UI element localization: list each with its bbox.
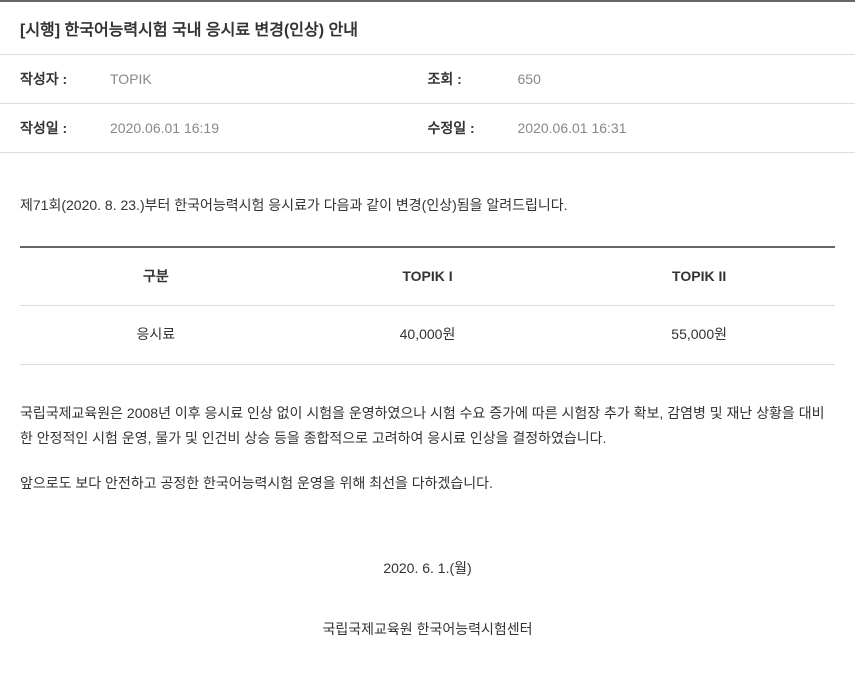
notice-body: 제71회(2020. 8. 23.)부터 한국어능력시험 응시료가 다음과 같이…	[0, 153, 855, 643]
table-row: 응시료 40,000원 55,000원	[20, 306, 835, 364]
col-header-category: 구분	[20, 247, 292, 306]
meta-row-2: 작성일 : 2020.06.01 16:19 수정일 : 2020.06.01 …	[0, 104, 855, 153]
intro-paragraph: 제71회(2020. 8. 23.)부터 한국어능력시험 응시료가 다음과 같이…	[20, 193, 835, 218]
modified-cell: 수정일 : 2020.06.01 16:31	[428, 118, 836, 138]
author-cell: 작성자 : TOPIK	[20, 69, 428, 89]
created-label: 작성일 :	[20, 118, 110, 138]
views-cell: 조회 : 650	[428, 69, 836, 89]
row-label: 응시료	[20, 306, 292, 364]
notice-signer: 국립국제교육원 한국어능력시험센터	[20, 617, 835, 642]
notice-container: [시행] 한국어능력시험 국내 응시료 변경(인상) 안내 작성자 : TOPI…	[0, 0, 855, 643]
meta-row-1: 작성자 : TOPIK 조회 : 650	[0, 55, 855, 104]
col-header-topik1: TOPIK I	[292, 247, 564, 306]
fee-table: 구분 TOPIK I TOPIK II 응시료 40,000원 55,000원	[20, 246, 835, 364]
views-label: 조회 :	[428, 69, 518, 89]
author-label: 작성자 :	[20, 69, 110, 89]
topik2-fee: 55,000원	[563, 306, 835, 364]
col-header-topik2: TOPIK II	[563, 247, 835, 306]
title-bar: [시행] 한국어능력시험 국내 응시료 변경(인상) 안내	[0, 0, 855, 55]
body-paragraph-1: 국립국제교육원은 2008년 이후 응시료 인상 없이 시험을 운영하였으나 시…	[20, 401, 835, 451]
table-header-row: 구분 TOPIK I TOPIK II	[20, 247, 835, 306]
views-value: 650	[518, 71, 541, 87]
body-paragraph-2: 앞으로도 보다 안전하고 공정한 한국어능력시험 운영을 위해 최선을 다하겠습…	[20, 471, 835, 496]
created-value: 2020.06.01 16:19	[110, 120, 219, 136]
notice-title: [시행] 한국어능력시험 국내 응시료 변경(인상) 안내	[20, 16, 835, 40]
created-cell: 작성일 : 2020.06.01 16:19	[20, 118, 428, 138]
notice-date: 2020. 6. 1.(월)	[20, 556, 835, 581]
author-value: TOPIK	[110, 71, 152, 87]
modified-label: 수정일 :	[428, 118, 518, 138]
topik1-fee: 40,000원	[292, 306, 564, 364]
modified-value: 2020.06.01 16:31	[518, 120, 627, 136]
